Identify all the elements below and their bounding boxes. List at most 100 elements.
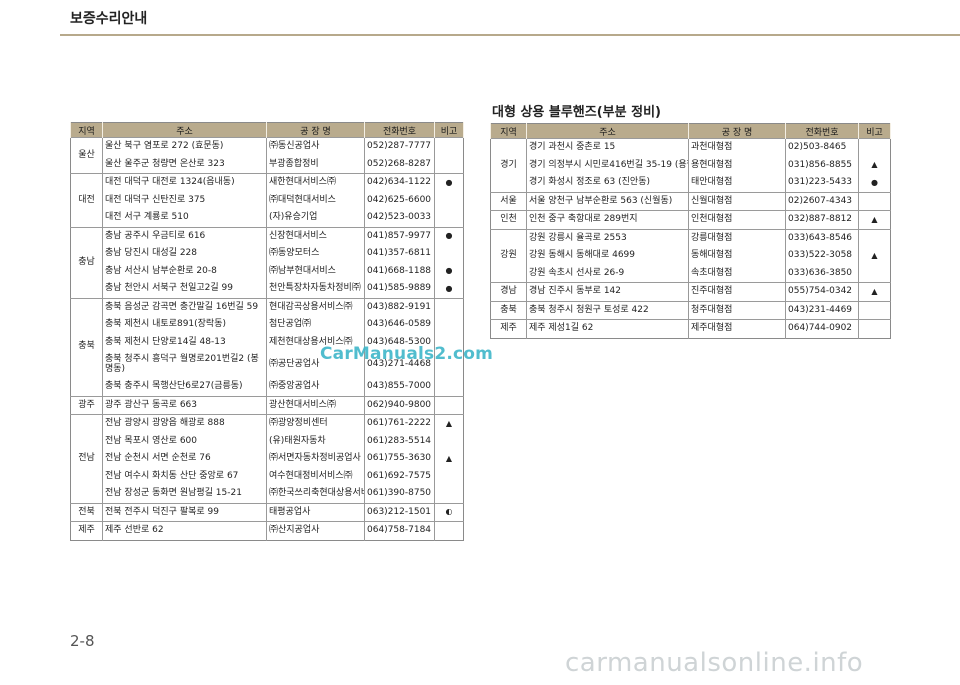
table-row: 전남 순천시 서면 순천로 76 ㈜서면자동차정비공업사 061)755-3630 ▲ <box>71 450 464 468</box>
note-cell: ▲ <box>858 282 891 301</box>
note-cell <box>435 209 464 227</box>
shop-name-cell: (유)태원자동차 <box>266 432 365 450</box>
shop-name-cell: 천안특장차자동차정비㈜ <box>266 280 365 298</box>
phone-cell: 031)856-8855 <box>785 156 859 174</box>
shop-name-cell: 새한현대서비스㈜ <box>266 173 365 192</box>
address-cell: 충북 제천시 단양로14길 48-13 <box>102 333 267 351</box>
table-row: 강원 속초시 선사로 26-9 속초대형점 033)636-3850 <box>491 264 891 283</box>
note-cell <box>435 378 464 396</box>
column-header-phone: 전화번호 <box>785 123 859 139</box>
region-cell: 제주 <box>490 319 527 338</box>
table-row: 대전 서구 계룡로 510 (자)유승기업 042)523-0033 <box>71 209 464 227</box>
address-cell: 전남 순천시 서면 순천로 76 <box>102 450 267 468</box>
phone-cell: 041)857-9977 <box>364 226 435 245</box>
table-row: 경기 화성시 정조로 63 (진안동) 태안대형점 031)223-5433 ● <box>491 174 891 192</box>
column-header-address: 주소 <box>526 123 689 139</box>
phone-cell: 033)522-3058 <box>785 247 859 265</box>
note-cell: ● <box>445 266 453 276</box>
note-cell: ● <box>434 173 464 192</box>
address-cell: 울산 북구 염포로 272 (효문동) <box>102 137 267 156</box>
shop-name-cell: 용현대형점 <box>688 156 786 174</box>
column-header-region: 지역 <box>70 122 103 138</box>
address-cell: 경기 의정부시 시민로416번길 35-19 (용현동) <box>526 156 689 174</box>
address-cell: 울산 울주군 청량면 온산로 323 <box>102 155 267 174</box>
shop-name-cell: 첨단공업㈜ <box>266 316 365 334</box>
address-cell: 강원 강릉시 율곡로 2553 <box>526 228 689 247</box>
shop-name-cell: 제주대형점 <box>688 319 786 338</box>
table-row: 인천 인천 중구 축항대로 289번지 인천대형점 032)887-8812 ▲ <box>490 210 891 229</box>
note-cell: ▲ <box>871 160 878 170</box>
shop-name-cell: 과천대형점 <box>688 138 786 157</box>
table-row: 대전 대전 대덕구 대전로 1324(읍내동) 새한현대서비스㈜ 042)634-11… <box>70 173 464 227</box>
table-header-row: 지역 주소 공 장 명 전화번호 비고 <box>70 122 464 138</box>
column-header-note: 비고 <box>858 123 891 139</box>
region-cell: 울산 <box>70 137 103 174</box>
phone-cell: 043)231-4469 <box>785 300 859 320</box>
note-cell <box>858 228 891 247</box>
region-cell: 전남 <box>70 414 103 503</box>
phone-cell: 063)212-1501 <box>364 502 435 522</box>
note-cell: ● <box>434 226 464 245</box>
shop-name-cell: 신장현대서비스 <box>266 226 365 245</box>
table-row: 경기 의정부시 시민로416번길 35-19 (용현동)용현대형점031)856… <box>491 156 891 174</box>
address-cell: 경남 진주시 동부로 142 <box>526 282 689 301</box>
address-cell: 전남 광양시 광양읍 해광로 888 <box>102 414 267 433</box>
address-cell: 충북 청주시 청원구 토성로 422 <box>526 300 689 320</box>
shop-name-cell: ㈜서면자동차정비공업사 <box>266 450 365 468</box>
shop-name-cell: ㈜동양모터스 <box>266 245 365 263</box>
table-row: 충남 당진시 대성길 228 ㈜동양모터스 041)357-6811 <box>71 245 464 263</box>
shop-name-cell: 광산현대서비스㈜ <box>266 395 365 415</box>
header-divider <box>60 34 960 36</box>
table-row: 대전 대덕구 신탄진로 375 ㈜대덕현대서비스 042)625-6600 <box>71 191 464 209</box>
note-cell <box>435 433 464 451</box>
table-row: 울산 울산 북구 염포로 272 (효문동) ㈜동신공업사 052)287-7777 <box>70 137 464 174</box>
section-title: 대형 상용 블루핸즈(부분 정비) <box>492 105 661 120</box>
phone-cell: 061)390-8750 <box>364 485 435 503</box>
region-cell: 인천 <box>490 210 527 229</box>
phone-cell: 041)585-9889 <box>364 280 435 298</box>
table-row: 제주 제주 선반로 62 ㈜산지공업사 064)758-7184 <box>70 521 464 540</box>
table-row: 강원 강원 강릉시 율곡로 2553 강릉대형점 033)643-8546 <box>490 228 891 283</box>
shop-name-cell: 부광종합정비 <box>266 155 365 174</box>
region-cell: 충남 <box>70 226 103 298</box>
phone-cell: 042)625-6600 <box>364 191 435 209</box>
column-header-note: 비고 <box>434 122 464 138</box>
address-cell: 전남 장성군 동화면 원남평길 15-21 <box>102 485 267 503</box>
table-row: 경남 경남 진주시 동부로 142 진주대형점 055)754-0342 ▲ <box>490 282 891 301</box>
note-cell <box>435 468 464 486</box>
region-cell: 서울 <box>490 191 527 211</box>
table-row: 충북 충북 음성군 감곡면 충간말길 16번길 59 현대감곡상용서비스㈜ 043)8… <box>70 297 464 396</box>
page-number: 2-8 <box>70 632 95 650</box>
phone-cell: 041)668-1188 <box>364 262 435 280</box>
phone-cell: 061)283-5514 <box>364 432 435 450</box>
note-cell: ● <box>445 283 453 293</box>
address-cell: 경기 화성시 정조로 63 (진안동) <box>526 174 689 192</box>
table-row: 강원 동해시 동해대로 4699 동해대형점 033)522-3058 ▲ <box>491 247 891 265</box>
phone-cell: 043)646-0589 <box>364 316 435 334</box>
phone-cell: 033)643-8546 <box>785 228 859 247</box>
column-header-phone: 전화번호 <box>364 122 435 138</box>
right-service-table: 지역 주소 공 장 명 전화번호 비고 경기 경기 과천시 중촌로 15 과천대형점… <box>490 123 891 339</box>
address-cell: 충남 당진시 대성길 228 <box>102 245 267 263</box>
phone-cell: 064)744-0902 <box>785 319 859 338</box>
address-cell: 경기 과천시 중촌로 15 <box>526 138 689 157</box>
region-cell: 제주 <box>70 521 103 540</box>
region-cell: 전북 <box>70 502 103 522</box>
phone-cell: 041)357-6811 <box>364 245 435 263</box>
phone-cell: 031)223-5433 <box>785 174 859 192</box>
note-cell <box>435 156 464 174</box>
phone-cell: 043)855-7000 <box>364 378 435 396</box>
phone-cell: 061)755-3630 <box>364 450 435 468</box>
note-cell <box>859 265 891 283</box>
phone-cell: 061)761-2222 <box>364 414 435 433</box>
address-cell: 전남 여수시 화치동 산단 중앙로 67 <box>102 467 267 485</box>
address-cell: 제주 선반로 62 <box>102 521 267 540</box>
phone-cell: 062)940-9800 <box>364 395 435 415</box>
region-cell: 충북 <box>490 300 527 320</box>
table-row: 광주 광주 광산구 동곡로 663 광산현대서비스㈜ 062)940-9800 <box>70 395 464 415</box>
note-cell <box>858 138 891 157</box>
table-row: 제주 제주 제성1길 62 제주대형점 064)744-0902 <box>490 319 891 338</box>
address-cell: 광주 광산구 동곡로 663 <box>102 395 267 415</box>
table-row: 전북 전북 전주시 덕진구 팔복로 99 태평공업사 063)212-1501 ◐ <box>70 502 464 522</box>
shop-name-cell: 강릉대형점 <box>688 228 786 247</box>
